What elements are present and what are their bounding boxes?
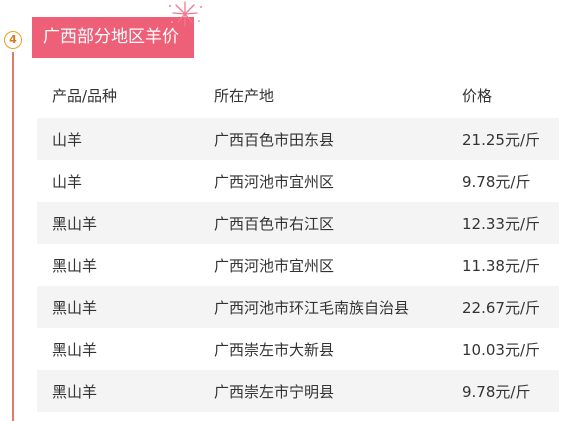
cell-price: 10.03元/斤 [462,340,540,359]
header-origin: 所在产地 [214,86,275,105]
table-row: 黑山羊 广西河池市环江毛南族自治县 22.67元/斤 [37,286,559,328]
table-row: 黑山羊 广西崇左市大新县 10.03元/斤 [37,328,559,370]
firework-decoration-icon [168,1,203,27]
cell-origin: 广西百色市右江区 [199,202,447,244]
cell-price: 9.78元/斤 [447,370,559,412]
cell-origin: 广西河池市宜州区 [214,256,335,275]
cell-product: 黑山羊 [37,370,199,412]
table-row: 黑山羊 广西河池市宜州区 11.38元/斤 [37,244,559,286]
cell-price: 22.67元/斤 [447,286,559,328]
cell-origin: 广西河池市宜州区 [214,172,335,191]
section-title: 广西部分地区羊价 [43,27,179,47]
header-product: 产品/品种 [52,86,118,105]
cell-product: 山羊 [52,172,83,191]
timeline-line [12,52,14,421]
table-header-row: 产品/品种 所在产地 价格 [37,72,559,118]
cell-origin: 广西百色市田东县 [199,118,447,160]
cell-product: 山羊 [37,118,199,160]
cell-price: 9.78元/斤 [462,172,531,191]
cell-price: 12.33元/斤 [447,202,559,244]
table-row: 黑山羊 广西百色市右江区 12.33元/斤 [37,202,559,244]
cell-product: 黑山羊 [37,202,199,244]
cell-price: 11.38元/斤 [462,256,540,275]
step-number-badge: 4 [4,31,22,49]
price-table: 产品/品种 所在产地 价格 山羊 广西百色市田东县 21.25元/斤 山羊 广西… [37,72,559,412]
cell-product: 黑山羊 [37,286,199,328]
table-row: 山羊 广西百色市田东县 21.25元/斤 [37,118,559,160]
table-row: 黑山羊 广西崇左市宁明县 9.78元/斤 [37,370,559,412]
cell-origin: 广西河池市环江毛南族自治县 [199,286,447,328]
cell-product: 黑山羊 [52,340,98,359]
cell-price: 21.25元/斤 [447,118,559,160]
header-price: 价格 [462,86,493,105]
cell-origin: 广西崇左市宁明县 [199,370,447,412]
cell-origin: 广西崇左市大新县 [214,340,335,359]
cell-product: 黑山羊 [52,256,98,275]
table-row: 山羊 广西河池市宜州区 9.78元/斤 [37,160,559,202]
